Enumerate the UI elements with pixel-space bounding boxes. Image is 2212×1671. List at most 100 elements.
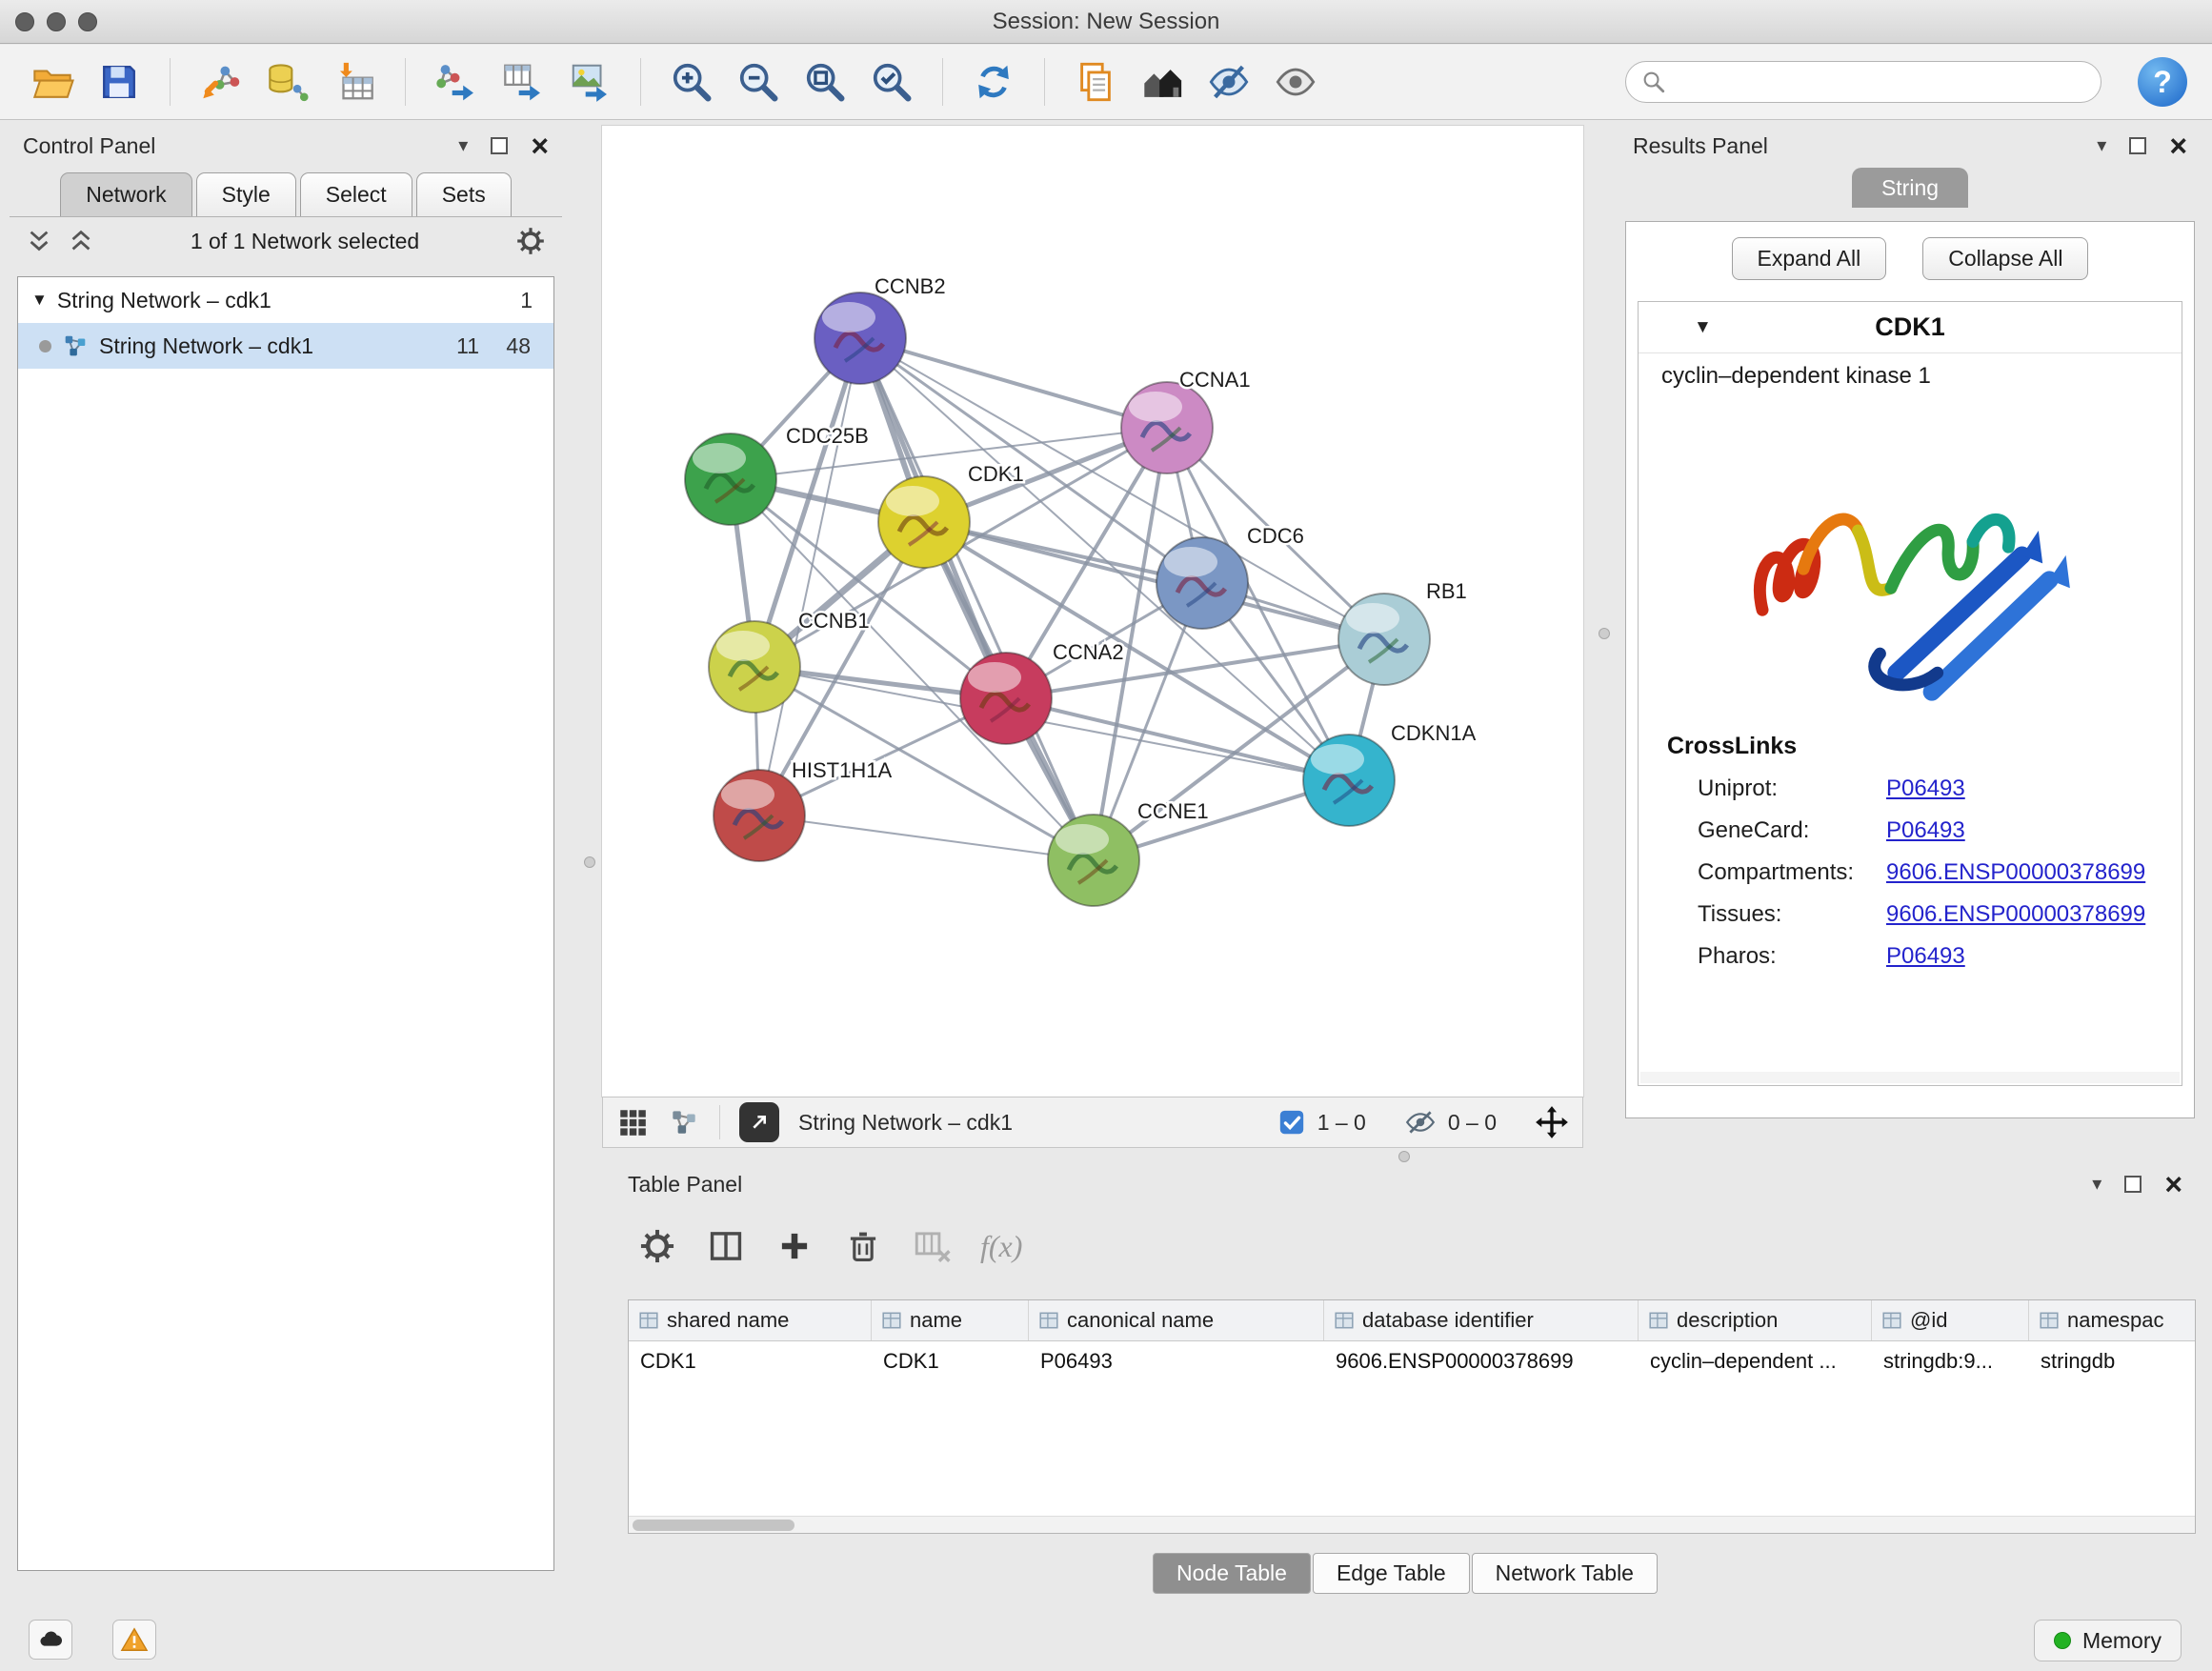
table-cell[interactable]: stringdb — [2029, 1341, 2196, 1381]
table-cell[interactable]: P06493 — [1029, 1341, 1324, 1381]
save-session-button[interactable] — [91, 54, 147, 110]
float-panel-icon[interactable] — [2129, 137, 2146, 154]
fit-content-crosshair-icon[interactable] — [1535, 1105, 1569, 1139]
tree-expand-icon[interactable]: ▼ — [31, 291, 48, 310]
show-panel-button[interactable] — [1268, 54, 1323, 110]
delete-column-trash-icon[interactable] — [843, 1226, 883, 1266]
network-graph[interactable]: CCNB2CCNA1CDC25BCDK1CDC6RB1CCNB1CCNA2CDK… — [602, 126, 1583, 1097]
column-header-canonical-name[interactable]: canonical name — [1029, 1300, 1324, 1340]
import-network-file-button[interactable] — [193, 54, 249, 110]
node-CDK1[interactable]: CDK1 — [878, 462, 1024, 568]
table-cell[interactable]: CDK1 — [872, 1341, 1029, 1381]
collapse-all-icon[interactable] — [25, 227, 53, 255]
crosslink-link[interactable]: P06493 — [1886, 817, 1965, 844]
search-input[interactable] — [1676, 70, 2085, 94]
splitter-handle[interactable] — [1599, 628, 1610, 639]
edge-CDK1-RB1[interactable] — [924, 522, 1384, 639]
network-collection-row[interactable]: ▼ String Network – cdk1 1 — [18, 277, 553, 323]
column-header--id[interactable]: @id — [1872, 1300, 2029, 1340]
zoom-in-button[interactable] — [664, 54, 719, 110]
results-scrollbar[interactable] — [1640, 1072, 2180, 1083]
add-column-icon[interactable] — [774, 1226, 814, 1266]
home-button[interactable] — [1135, 54, 1190, 110]
string-share-icon[interactable] — [668, 1106, 700, 1138]
zoom-fit-button[interactable] — [797, 54, 853, 110]
crosslink-link[interactable]: 9606.ENSP00000378699 — [1886, 901, 2145, 928]
help-button[interactable]: ? — [2138, 57, 2187, 107]
network-row-selected[interactable]: String Network – cdk1 11 48 — [18, 323, 553, 369]
collapse-all-button[interactable]: Collapse All — [1922, 237, 2088, 280]
refresh-button[interactable] — [966, 54, 1021, 110]
column-header-database-identifier[interactable]: database identifier — [1324, 1300, 1639, 1340]
node-CCNB2[interactable]: CCNB2 — [814, 274, 946, 384]
minimize-window-button[interactable] — [47, 12, 66, 31]
table-tab-node-table[interactable]: Node Table — [1153, 1553, 1311, 1594]
close-panel-icon[interactable]: × — [2164, 1169, 2182, 1199]
edge-CCNB2-CCNA1[interactable] — [860, 338, 1167, 428]
protein-card-header[interactable]: ▼ CDK1 — [1639, 302, 2182, 353]
tab-style[interactable]: Style — [196, 172, 296, 216]
float-panel-icon[interactable] — [2124, 1176, 2142, 1193]
show-columns-icon[interactable] — [706, 1226, 746, 1266]
edge-CCNB2-HIST1H1A[interactable] — [759, 338, 860, 815]
float-panel-icon[interactable] — [491, 137, 508, 154]
selected-checkbox-icon[interactable] — [1277, 1108, 1306, 1137]
collapse-section-icon[interactable]: ▼ — [1694, 317, 1712, 338]
table-cell[interactable]: 9606.ENSP00000378699 — [1324, 1341, 1639, 1381]
expand-all-icon[interactable] — [67, 227, 95, 255]
tab-string[interactable]: String — [1852, 168, 1968, 208]
open-external-button[interactable] — [739, 1102, 779, 1142]
node-CCNA1[interactable]: CCNA1 — [1121, 368, 1251, 473]
export-image-button[interactable] — [562, 54, 617, 110]
birdseye-grid-icon[interactable] — [616, 1106, 649, 1138]
crosslink-link[interactable]: P06493 — [1886, 943, 1965, 970]
warnings-button[interactable] — [112, 1620, 156, 1660]
cloud-status-button[interactable] — [29, 1620, 72, 1660]
crosslink-link[interactable]: 9606.ENSP00000378699 — [1886, 859, 2145, 886]
table-tab-network-table[interactable]: Network Table — [1472, 1553, 1658, 1594]
hidden-eye-slash-icon[interactable] — [1404, 1106, 1437, 1138]
column-header-description[interactable]: description — [1639, 1300, 1872, 1340]
network-options-gear-icon[interactable] — [514, 225, 547, 257]
column-header-name[interactable]: name — [872, 1300, 1029, 1340]
table-tab-edge-table[interactable]: Edge Table — [1313, 1553, 1470, 1594]
zoom-selected-button[interactable] — [864, 54, 919, 110]
table-cell[interactable]: CDK1 — [629, 1341, 872, 1381]
node-RB1[interactable]: RB1 — [1338, 579, 1467, 685]
table-cell[interactable]: stringdb:9... — [1872, 1341, 2029, 1381]
splitter-handle[interactable] — [1398, 1151, 1410, 1162]
table-options-gear-icon[interactable] — [637, 1226, 677, 1266]
zoom-out-button[interactable] — [731, 54, 786, 110]
tab-select[interactable]: Select — [300, 172, 412, 216]
close-panel-icon[interactable]: × — [531, 131, 549, 161]
import-network-database-button[interactable] — [260, 54, 315, 110]
import-table-button[interactable] — [327, 54, 382, 110]
maximize-window-button[interactable] — [78, 12, 97, 31]
export-table-button[interactable] — [495, 54, 551, 110]
panel-menu-icon[interactable]: ▾ — [2092, 1175, 2101, 1194]
scrollbar-thumb[interactable] — [633, 1520, 794, 1531]
edge-HIST1H1A-CCNE1[interactable] — [759, 815, 1094, 860]
table-row[interactable]: CDK1CDK1P064939606.ENSP00000378699cyclin… — [629, 1341, 2195, 1381]
tab-sets[interactable]: Sets — [416, 172, 512, 216]
export-network-button[interactable] — [429, 54, 484, 110]
node-CDKN1A[interactable]: CDKN1A — [1303, 721, 1477, 826]
hide-panel-button[interactable] — [1201, 54, 1257, 110]
node-CDC25B[interactable]: CDC25B — [685, 424, 869, 525]
edge-CCNB2-CCNE1[interactable] — [860, 338, 1094, 860]
splitter-handle[interactable] — [584, 856, 595, 868]
crosslink-link[interactable]: P06493 — [1886, 775, 1965, 802]
network-view-canvas[interactable]: CCNB2CCNA1CDC25BCDK1CDC6RB1CCNB1CCNA2CDK… — [602, 126, 1583, 1097]
open-session-button[interactable] — [25, 54, 80, 110]
table-cell[interactable]: cyclin–dependent ... — [1639, 1341, 1872, 1381]
panel-menu-icon[interactable]: ▾ — [458, 136, 468, 155]
memory-button[interactable]: Memory — [2034, 1620, 2182, 1661]
tab-network[interactable]: Network — [60, 172, 191, 216]
column-header-shared-name[interactable]: shared name — [629, 1300, 872, 1340]
panel-menu-icon[interactable]: ▾ — [2097, 136, 2106, 155]
close-panel-icon[interactable]: × — [2169, 131, 2187, 161]
close-window-button[interactable] — [15, 12, 34, 31]
expand-all-button[interactable]: Expand All — [1732, 237, 1887, 280]
column-header-namespac[interactable]: namespac — [2029, 1300, 2196, 1340]
node-HIST1H1A[interactable]: HIST1H1A — [714, 758, 892, 861]
